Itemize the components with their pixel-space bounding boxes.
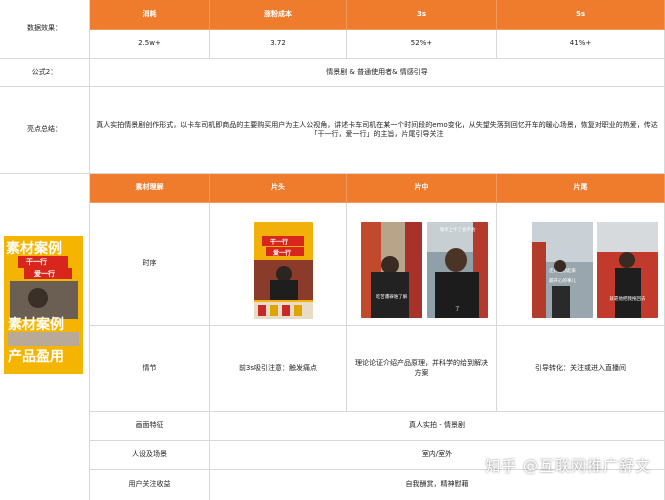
- poster-text-3: 爱一行: [34, 270, 55, 278]
- middle-caption-2: 瑞幸上午了会不会: [439, 228, 476, 233]
- visual-feature-label: 画面特征: [90, 412, 210, 441]
- sequence-label: 时序: [90, 203, 210, 326]
- poster-text-4: 素材案例: [8, 317, 64, 333]
- watermark: 知乎 @互联网推广舒文: [485, 457, 651, 475]
- opening-caption-2: 爱一行: [273, 250, 292, 257]
- middle-thumbnail-2: 瑞幸上午了会不会 了: [427, 222, 488, 318]
- header-opening: 片头: [210, 174, 347, 203]
- opening-caption-1: 干一行: [270, 239, 289, 246]
- middle-thumbnail-1: 吃苦遭罪谁了解: [361, 222, 422, 318]
- case-poster-image: 素材案例 干一行 爱一行 素材案例 产品盈用: [4, 236, 83, 374]
- header-consumption: 消耗: [90, 0, 210, 30]
- ending-caption-2: 最开心的事儿: [549, 279, 576, 284]
- highlights-text: 真人实拍情景剧创作形式，以卡车司机即商品的主要购买用户为主人公视角，讲述卡车司机…: [90, 87, 665, 174]
- value-3s: 52%+: [347, 30, 497, 59]
- value-follower-cost: 3.72: [210, 30, 347, 59]
- plot-ending: 引导转化：关注或进入直播间: [497, 326, 665, 412]
- value-consumption: 2.5w+: [90, 30, 210, 59]
- ending-thumbnail-2: 就靠他把我拖回去: [597, 222, 658, 318]
- value-5s: 41%+: [497, 30, 665, 59]
- highlights-label: 亮点总结：: [0, 87, 90, 174]
- ending-caption-3: 就靠他把我拖回去: [609, 297, 646, 302]
- data-effect-label: 数据效果：: [0, 0, 90, 59]
- header-middle: 片中: [347, 174, 497, 203]
- plot-opening: 前3s吸引注意：触发痛点: [210, 326, 347, 412]
- user-benefit-label: 用户关注收益: [90, 470, 210, 500]
- formula-text: 情景剧 & 普通使用者& 情感引导: [90, 59, 665, 87]
- formula-label: 公式2：: [0, 59, 90, 87]
- persona-scene-label: 人设及场景: [90, 441, 210, 470]
- header-3s: 3s: [347, 0, 497, 30]
- plot-middle: 理论论证介绍产品原理，并科学的给到解决方案: [347, 326, 497, 412]
- middle-caption-3: 了: [455, 307, 460, 312]
- middle-caption-1: 吃苦遭罪谁了解: [375, 295, 408, 300]
- plot-label: 情节: [90, 326, 210, 412]
- header-follower-cost: 涨粉成本: [210, 0, 347, 30]
- header-5s: 5s: [497, 0, 665, 30]
- poster-text-1: 素材案例: [6, 241, 62, 257]
- header-material-understanding: 素材理解: [90, 174, 210, 203]
- visual-feature-value: 真人实拍 - 情景剧: [210, 412, 665, 441]
- poster-text-5: 产品盈用: [8, 349, 64, 365]
- poster-text-2: 干一行: [26, 258, 47, 266]
- opening-thumbnail: 干一行 爱一行: [254, 222, 313, 319]
- ending-thumbnail-1: 还有回想起来 最开心的事儿: [532, 222, 593, 318]
- header-ending: 片尾: [497, 174, 665, 203]
